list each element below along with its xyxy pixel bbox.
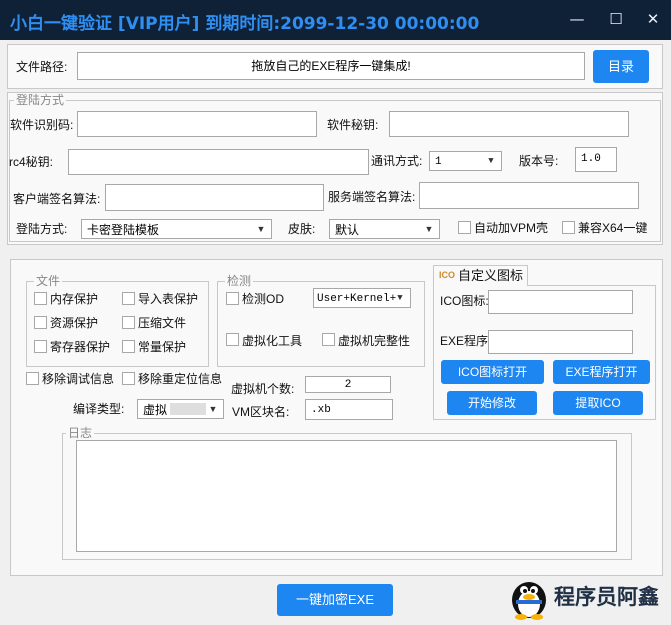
resource-protect-label: 资源保护 [50, 316, 99, 330]
chevron-down-icon: ▼ [208, 404, 218, 414]
remove-reloc-checkbox[interactable] [122, 372, 135, 385]
compress-file-checkbox[interactable] [122, 316, 135, 329]
comm-select[interactable]: 1 ▼ [429, 151, 502, 171]
detect-group-legend: 检测 [225, 274, 254, 288]
log-textarea[interactable] [76, 440, 617, 552]
start-modify-button[interactable]: 开始修改 [447, 391, 537, 415]
vm-count-label: 虚拟机个数: [231, 382, 295, 396]
software-secret-input[interactable] [389, 111, 629, 137]
rc4-label: rc4秘钥: [9, 155, 54, 169]
auto-vpm-checkbox[interactable] [458, 221, 471, 234]
version-label: 版本号: [519, 154, 559, 168]
chevron-down-icon: ▼ [397, 293, 403, 303]
detect-mode-value: User+Kernel+ [317, 293, 397, 305]
vm-section-label: VM区块名: [232, 405, 290, 419]
memory-protect-checkbox[interactable] [34, 292, 47, 305]
const-protect-checkbox[interactable] [122, 340, 135, 353]
compile-type-value: 虚拟 [143, 403, 168, 417]
x64-label: 兼容X64一键 [578, 221, 648, 235]
vm-count-input[interactable]: 2 [305, 376, 391, 393]
file-path-label: 文件路径: [16, 60, 68, 74]
file-path-input[interactable]: 拖放自己的EXE程序一键集成! [77, 52, 585, 80]
client-sign-input[interactable] [105, 184, 324, 211]
vm-integrity-checkbox[interactable] [322, 333, 335, 346]
remove-debug-label: 移除调试信息 [42, 372, 115, 386]
chevron-down-icon: ▼ [488, 156, 494, 166]
rc4-input[interactable] [68, 149, 369, 175]
compress-file-label: 压缩文件 [138, 316, 187, 330]
ico-tab-label: 自定义图标 [458, 268, 524, 283]
detect-od-checkbox[interactable] [226, 292, 239, 305]
vm-tools-checkbox[interactable] [226, 333, 239, 346]
extract-ico-button[interactable]: 提取ICO [553, 391, 643, 415]
server-sign-input[interactable] [419, 182, 639, 209]
remove-reloc-label: 移除重定位信息 [138, 372, 223, 386]
comm-select-value: 1 [435, 156, 442, 168]
import-protect-label: 导入表保护 [138, 292, 199, 306]
vm-section-input[interactable]: .xb [305, 399, 393, 420]
register-protect-label: 寄存器保护 [50, 340, 111, 354]
detect-od-label: 检测OD [242, 292, 285, 306]
server-sign-label: 服务端签名算法: [328, 190, 416, 204]
login-mode-label: 登陆方式: [16, 222, 68, 236]
software-id-input[interactable] [77, 111, 317, 137]
author-name: 程序员阿鑫 [554, 585, 659, 609]
compile-type-label: 编译类型: [73, 402, 125, 416]
close-button[interactable]: ✕ [643, 9, 663, 29]
chevron-down-icon: ▼ [424, 224, 434, 234]
open-ico-button[interactable]: ICO图标打开 [441, 360, 544, 384]
login-mode-value: 卡密登陆模板 [87, 223, 160, 237]
maximize-button[interactable]: ☐ [606, 9, 626, 29]
x64-checkbox[interactable] [562, 221, 575, 234]
chevron-down-icon: ▼ [256, 224, 266, 234]
memory-protect-label: 内存保护 [50, 292, 99, 306]
skin-value: 默认 [335, 223, 360, 237]
exe-path-label: EXE程序: [440, 334, 492, 348]
ico-icon: ICO [439, 270, 456, 280]
auto-vpm-label: 自动加VPM壳 [474, 221, 549, 235]
selection-highlight [170, 403, 206, 415]
vm-integrity-label: 虚拟机完整性 [338, 334, 411, 348]
penguin-logo-icon [508, 576, 550, 620]
ico-path-label: ICO图标: [440, 294, 489, 308]
file-group-legend: 文件 [34, 274, 63, 288]
minimize-button[interactable]: — [567, 9, 587, 29]
login-group-legend: 登陆方式 [14, 93, 67, 107]
login-mode-select[interactable]: 卡密登陆模板 ▼ [81, 219, 272, 239]
detect-mode-select[interactable]: User+Kernel+ ▼ [313, 288, 411, 308]
register-protect-checkbox[interactable] [34, 340, 47, 353]
skin-select[interactable]: 默认 ▼ [329, 219, 440, 239]
comm-label: 通讯方式: [371, 154, 423, 168]
software-secret-label: 软件秘钥: [327, 118, 379, 132]
ico-path-input[interactable] [488, 290, 633, 314]
software-id-label: 软件识别码: [10, 118, 74, 132]
browse-button[interactable]: 目录 [593, 50, 649, 83]
window-title: 小白一键验证 [VIP用户] 到期时间:2099-12-30 00:00:00 [10, 14, 480, 34]
exe-path-input[interactable] [488, 330, 633, 354]
compile-type-select[interactable]: 虚拟 ▼ [137, 399, 224, 419]
import-protect-checkbox[interactable] [122, 292, 135, 305]
ico-tab[interactable]: ICO 自定义图标 [433, 265, 528, 286]
open-exe-button[interactable]: EXE程序打开 [553, 360, 650, 384]
client-sign-label: 客户端签名算法: [13, 192, 101, 206]
log-group-legend: 日志 [66, 426, 95, 440]
version-input[interactable]: 1.0 [575, 147, 617, 172]
const-protect-label: 常量保护 [138, 340, 187, 354]
encrypt-exe-button[interactable]: 一键加密EXE [277, 584, 393, 616]
vm-tools-label: 虚拟化工具 [242, 334, 303, 348]
resource-protect-checkbox[interactable] [34, 316, 47, 329]
remove-debug-checkbox[interactable] [26, 372, 39, 385]
skin-label: 皮肤: [288, 222, 316, 236]
